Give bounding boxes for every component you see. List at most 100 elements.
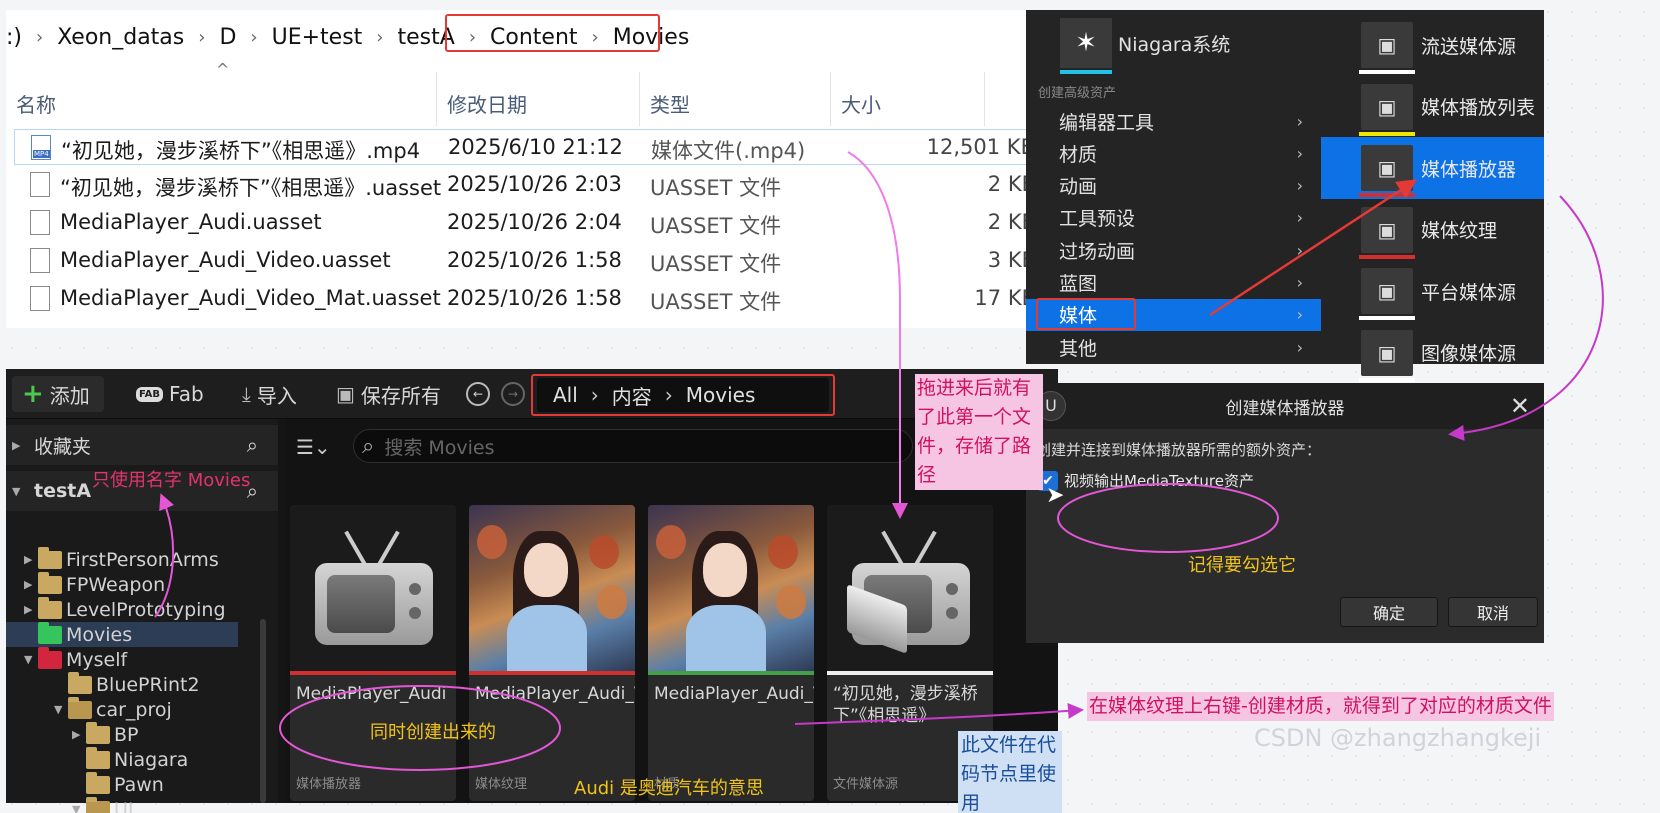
asset-thumbnail	[469, 505, 635, 671]
file-row[interactable]: MediaPlayer_Audi.uasset 2025/10/26 2:04 UA…	[14, 205, 1044, 241]
media-asset-icon: ▣	[1359, 329, 1415, 382]
tree-item[interactable]: ▶ LevelPrototyping	[6, 596, 258, 622]
breadcrumb-item[interactable]: UE+test	[272, 25, 363, 50]
menu-item-label: 材质	[1059, 143, 1098, 166]
tree-item[interactable]: ▼ car_proj	[6, 696, 258, 722]
file-date: 2025/10/26 1:58	[447, 286, 622, 310]
sort-up-icon[interactable]: ^	[216, 60, 229, 79]
chevron-right-icon: ›	[1296, 208, 1303, 228]
favorites-header[interactable]: ▶ 收藏夹 ⌕	[6, 425, 278, 465]
submenu-item[interactable]: ▣ 流送媒体源	[1321, 14, 1544, 76]
column-divider	[436, 72, 437, 126]
folder-icon	[68, 671, 92, 694]
file-date: 2025/6/10 21:12	[448, 135, 623, 159]
file-date: 2025/10/26 2:04	[447, 210, 622, 234]
menu-item[interactable]: 材质 ›	[1026, 137, 1321, 169]
expand-arrow-icon[interactable]: ▶	[24, 603, 38, 616]
menu-item[interactable]: 蓝图 ›	[1026, 267, 1321, 299]
expand-arrow-icon[interactable]: ▶	[24, 578, 38, 591]
folder-icon	[38, 546, 62, 569]
annotation-audi-meaning: Audi 是奥迪汽车的意思	[574, 778, 764, 799]
expand-arrow-icon[interactable]: ▼	[72, 803, 86, 813]
cancel-button[interactable]: 取消	[1448, 597, 1538, 627]
menu-item[interactable]: 过场动画 ›	[1026, 234, 1321, 266]
forward-button[interactable]: →	[501, 376, 525, 412]
submenu-item-label: 图像媒体源	[1421, 343, 1517, 365]
folder-icon	[68, 696, 92, 719]
asset-tile[interactable]: MediaPlayer_Audi_Video媒体纹理	[469, 505, 635, 801]
tree-item[interactable]: ▼ Myself	[6, 646, 258, 672]
expand-arrow-icon[interactable]: ▼	[54, 703, 68, 716]
chevron-right-icon: ›	[198, 26, 206, 48]
menu-item[interactable]: 动画 ›	[1026, 170, 1321, 202]
file-row[interactable]: “初见她，漫步溪桥下”《相思遥》.mp4 2025/6/10 21:12 媒体文件(…	[14, 129, 1044, 165]
asset-tile[interactable]: MediaPlayer_Audi_Video_Mat材质	[648, 505, 814, 801]
tree-item[interactable]: Niagara	[6, 746, 258, 772]
expand-arrow-icon[interactable]: ▶	[24, 553, 38, 566]
tree-item-label: UI	[114, 798, 134, 813]
asset-name: MediaPlayer_Audi_Video_Mat	[654, 684, 814, 704]
chevron-right-icon: ›	[36, 26, 44, 48]
menu-item[interactable]: 工具预设 ›	[1026, 202, 1321, 234]
folder-icon	[38, 621, 62, 644]
scrollbar[interactable]	[260, 619, 266, 803]
search-input[interactable]: ⌕ 搜索 Movies	[353, 429, 913, 463]
expand-arrow-icon[interactable]: ▼	[24, 653, 38, 666]
menu-item-label: 动画	[1059, 176, 1098, 199]
file-row[interactable]: MediaPlayer_Audi_Video_Mat.uasset 2025/10…	[14, 281, 1044, 317]
search-icon[interactable]: ⌕	[247, 433, 258, 457]
file-name: “初见她，漫步溪桥下”《相思遥》.mp4	[61, 139, 421, 163]
media-asset-icon: ▣	[1359, 206, 1415, 259]
expand-arrow-icon[interactable]: ▶	[72, 728, 86, 741]
submenu-item[interactable]: ▣ 媒体播放器	[1321, 137, 1544, 199]
submenu-item[interactable]: ▣ 平台媒体源	[1321, 260, 1544, 322]
annotation-check-it: 记得要勾选它	[1188, 555, 1296, 576]
folder-icon	[38, 596, 62, 619]
asset-tile[interactable]: MediaPlayer_Audi 媒体播放器	[290, 505, 456, 801]
menu-item[interactable]: 其他 ›	[1026, 331, 1321, 363]
submenu-item[interactable]: ▣ 媒体纹理	[1321, 199, 1544, 261]
column-divider	[830, 72, 831, 126]
breadcrumb-item[interactable]: D	[219, 25, 236, 50]
save-icon: ▣	[336, 382, 355, 406]
tree-item[interactable]: ▶ FPWeapon	[6, 571, 258, 597]
tree-item-label: Myself	[66, 648, 128, 671]
column-header-size[interactable]: 大小	[841, 82, 881, 124]
tree-item[interactable]: BluePRint2	[6, 671, 258, 697]
tree-item-label: BP	[114, 723, 139, 746]
ok-button[interactable]: 确定	[1340, 597, 1438, 627]
breadcrumb-item[interactable]: Xeon_datas	[57, 25, 184, 50]
tree-item[interactable]: ▶ BP	[6, 721, 258, 747]
folder-icon	[86, 746, 110, 769]
submenu-item[interactable]: ▣ 媒体播放列表	[1321, 76, 1544, 138]
close-icon[interactable]: ✕	[1510, 392, 1530, 420]
column-header-date[interactable]: 修改日期	[447, 82, 527, 124]
column-header-name[interactable]: 名称	[16, 82, 56, 124]
column-header-type[interactable]: 类型	[650, 82, 690, 124]
save-all-button[interactable]: ▣ 保存所有	[336, 376, 441, 412]
tree-item[interactable]: Movies	[6, 621, 238, 647]
tree-item[interactable]: ▶ FirstPersonArms	[6, 546, 258, 572]
chevron-right-icon: ›	[1296, 337, 1303, 357]
filter-icon[interactable]: ☰⌄	[296, 435, 331, 459]
tree-item[interactable]: ▼ UI	[6, 796, 258, 813]
tree-item[interactable]: Pawn	[6, 771, 258, 797]
file-name: MediaPlayer_Audi.uasset	[60, 210, 322, 234]
back-button[interactable]: ←	[466, 376, 490, 412]
menu-item[interactable]: 编辑器工具 ›	[1026, 105, 1321, 137]
mp4-file-icon	[31, 135, 51, 160]
import-button[interactable]: ⤓ 导入	[242, 376, 297, 412]
file-row[interactable]: “初见她，漫步溪桥下”《相思遥》.uasset 2025/10/26 2:03 UA…	[14, 167, 1044, 203]
highlight-box	[531, 374, 835, 416]
watermark: CSDN @zhangzhangkeji	[1254, 724, 1542, 752]
menu-item-niagara[interactable]: Niagara系统	[1118, 30, 1230, 57]
asset-type: 媒体播放器	[296, 777, 362, 792]
breadcrumb-item[interactable]: :)	[6, 25, 22, 50]
fab-button[interactable]: FAB Fab	[136, 376, 204, 412]
submenu-item[interactable]: ▣ 图像媒体源	[1321, 322, 1544, 384]
asset-type: 媒体纹理	[475, 777, 528, 792]
file-row[interactable]: MediaPlayer_Audi_Video.uasset 2025/10/26 …	[14, 243, 1044, 279]
tree-item-label: Movies	[66, 623, 133, 646]
submenu-item-label: 流送媒体源	[1421, 35, 1517, 58]
add-button[interactable]: + 添加	[12, 376, 104, 412]
